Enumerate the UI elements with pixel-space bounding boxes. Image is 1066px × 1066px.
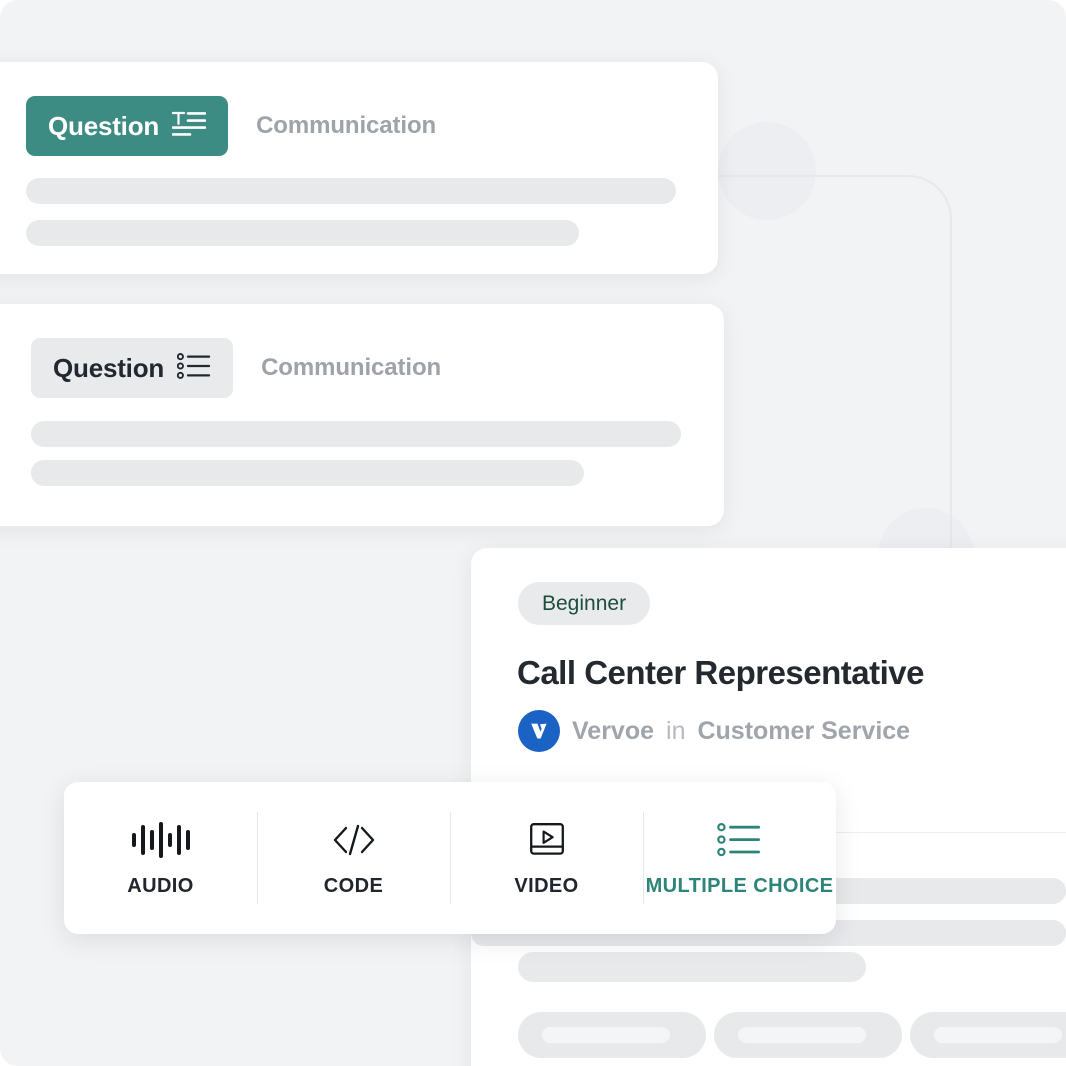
question-1-header: Question Communication — [26, 96, 436, 156]
vervoe-logo-icon — [518, 710, 560, 752]
media-type-video-label: VIDEO — [514, 875, 579, 897]
meta-connector-word: in — [666, 716, 686, 745]
media-type-multiple-choice-label: MULTIPLE CHOICE — [645, 875, 834, 897]
skeleton-line — [31, 460, 584, 486]
question-2-badge-label: Question — [53, 353, 165, 383]
question-1-badge[interactable]: Question — [26, 96, 229, 156]
page-title: Call Center Representative — [517, 654, 925, 691]
media-type-code-label: CODE — [323, 875, 384, 897]
audio-waveform-icon — [131, 820, 190, 860]
skeleton-line — [26, 178, 676, 204]
skeleton-chip-inner — [542, 1027, 670, 1043]
media-type-toolbar: AUDIO CODE VIDEO MULTIPLE CHOICE — [64, 782, 836, 934]
job-meta: Vervoe in Customer Service — [518, 710, 910, 752]
company-name: Vervoe — [572, 716, 655, 745]
question-1-badge-label: Question — [48, 111, 160, 141]
skeleton-line — [31, 421, 681, 447]
skeleton-chip — [714, 1012, 902, 1058]
text-answer-icon — [171, 111, 207, 141]
code-brackets-icon — [330, 820, 378, 860]
decorative-connector-line — [690, 175, 952, 607]
skeleton-chip-inner — [738, 1027, 866, 1043]
media-type-audio-label: AUDIO — [127, 875, 194, 897]
job-category: Customer Service — [697, 716, 911, 745]
skeleton-chip — [910, 1012, 1066, 1058]
skeleton-chip-inner — [934, 1027, 1062, 1043]
status-badge: Beginner — [518, 582, 651, 625]
skeleton-line — [26, 220, 579, 246]
media-type-multiple-choice[interactable]: MULTIPLE CHOICE — [643, 812, 836, 904]
media-type-code[interactable]: CODE — [257, 812, 450, 904]
question-1-skill: Communication — [256, 112, 437, 139]
skeleton-chip — [518, 1012, 706, 1058]
question-2-badge[interactable]: Question — [31, 338, 234, 398]
video-player-icon — [525, 820, 569, 860]
skeleton-line — [518, 952, 866, 982]
media-type-video[interactable]: VIDEO — [450, 812, 643, 904]
screenshot-root: Question Communication Question Communic… — [0, 0, 1066, 1066]
question-2-skill: Communication — [261, 354, 442, 381]
multiple-choice-icon — [716, 820, 763, 860]
media-type-audio[interactable]: AUDIO — [64, 812, 257, 904]
question-2-header: Question Communication — [31, 338, 441, 398]
multiple-choice-icon — [176, 353, 211, 383]
